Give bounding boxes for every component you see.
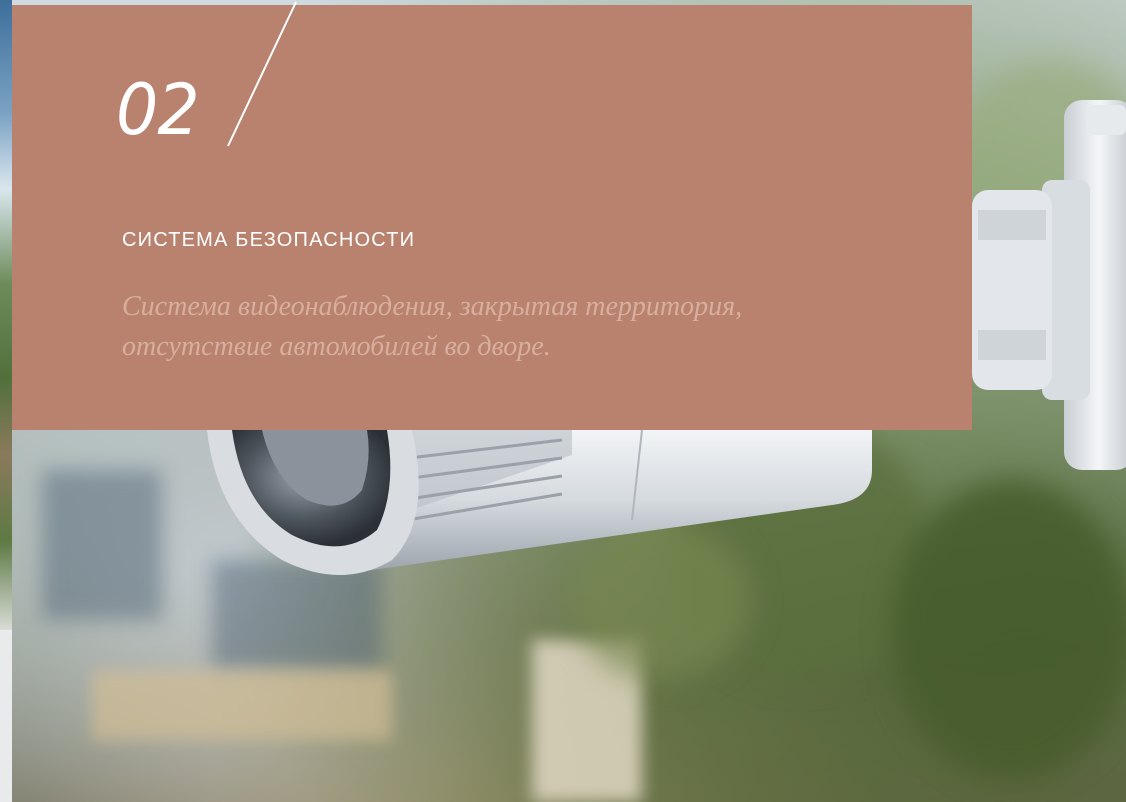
previous-slide-edge[interactable] — [0, 0, 12, 630]
feature-slide: 02 СИСТЕМА БЕЗОПАСНОСТИ Система видеонаб… — [0, 0, 1126, 802]
feature-title: СИСТЕМА БЕЗОПАСНОСТИ — [122, 229, 416, 251]
feature-card: 02 СИСТЕМА БЕЗОПАСНОСТИ Система видеонаб… — [12, 5, 972, 430]
previous-slide-footer — [0, 630, 12, 802]
feature-description: Система видеонаблюдения, закрытая террит… — [122, 291, 743, 362]
feature-number: 02 — [116, 69, 200, 151]
